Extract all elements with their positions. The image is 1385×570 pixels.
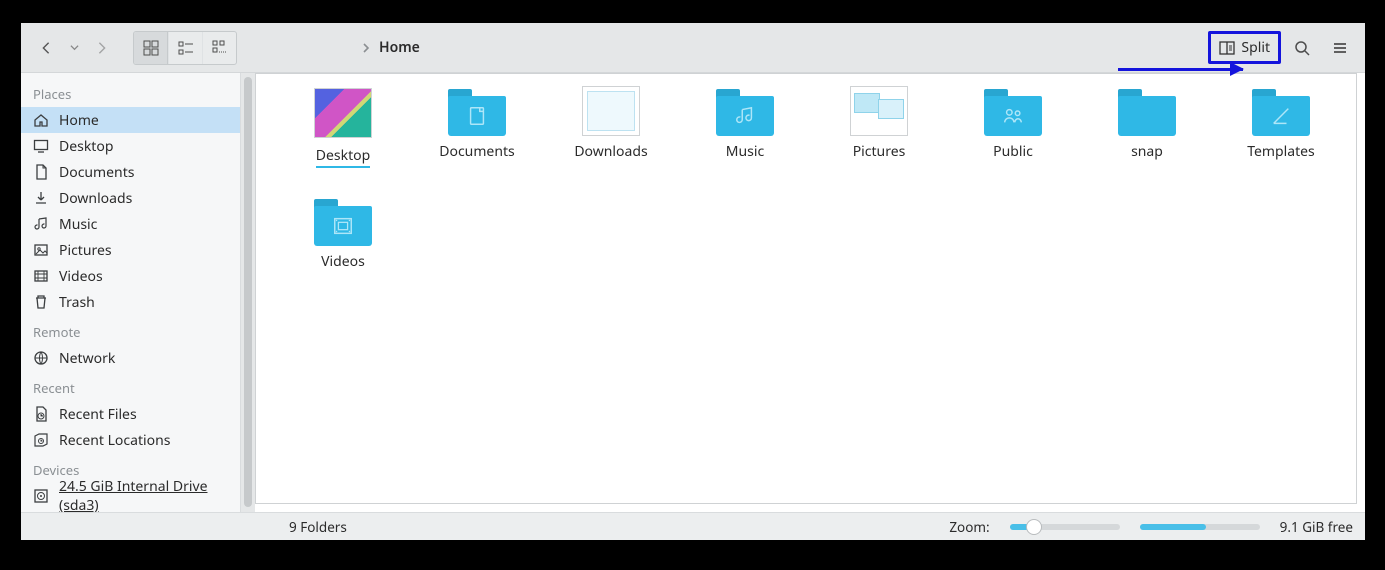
- sidebar-item-label: 24.5 GiB Internal Drive (sda3): [59, 477, 228, 512]
- file-item-label: Downloads: [574, 142, 647, 161]
- folder-icon: [314, 196, 372, 246]
- main-area: Desktop Documents Downloads Music Pictures Pu…: [241, 73, 1365, 512]
- home-icon: [33, 112, 49, 128]
- file-item-templates[interactable]: Templates: [1214, 86, 1348, 168]
- file-item-music[interactable]: Music: [678, 86, 812, 168]
- view-mode-group: [133, 31, 237, 65]
- toolbar: Home Split: [21, 23, 1365, 73]
- sidebar-item-music[interactable]: Music: [21, 211, 240, 237]
- file-item-label: Videos: [321, 252, 365, 271]
- sidebar-item-trash[interactable]: Trash: [21, 289, 240, 315]
- search-button[interactable]: [1285, 31, 1319, 65]
- sidebar-item-label: Desktop: [59, 137, 113, 156]
- file-item-label: Music: [726, 142, 764, 161]
- scrollbar-thumb[interactable]: [244, 77, 252, 507]
- back-history-dropdown[interactable]: [67, 31, 81, 65]
- view-details-button[interactable]: [202, 32, 236, 64]
- desktop-thumbnail-icon: [314, 88, 372, 138]
- sidebar-item-videos[interactable]: Videos: [21, 263, 240, 289]
- status-item-count: 9 Folders: [289, 518, 347, 536]
- folder-icon: [448, 86, 506, 136]
- breadcrumb-separator-icon: [361, 43, 371, 53]
- sidebar-item-recent-locations[interactable]: Recent Locations: [21, 427, 240, 453]
- sidebar-item-documents[interactable]: Documents: [21, 159, 240, 185]
- folder-icon: [716, 86, 774, 136]
- places-section-title: Places: [21, 77, 240, 107]
- folder-icon: [984, 86, 1042, 136]
- file-item-snap[interactable]: snap: [1080, 86, 1214, 168]
- downloads-icon: [33, 190, 49, 206]
- forward-button[interactable]: [85, 31, 119, 65]
- sidebar-item-network[interactable]: Network: [21, 345, 240, 371]
- annotation-arrow: [1118, 68, 1243, 71]
- sidebar-item-label: Documents: [59, 163, 134, 182]
- sidebar-item-downloads[interactable]: Downloads: [21, 185, 240, 211]
- icon-view[interactable]: Desktop Documents Downloads Music Pictures Pu…: [255, 73, 1357, 504]
- sidebar-item-label: Music: [59, 215, 97, 234]
- videos-icon: [33, 268, 49, 284]
- sidebar-item-label: Trash: [59, 293, 95, 312]
- disk-icon: [33, 488, 49, 504]
- recent-files-icon: [33, 406, 49, 422]
- recent-section-title: Recent: [21, 371, 240, 401]
- pictures-icon: [33, 242, 49, 258]
- sidebar-item-home[interactable]: Home: [21, 107, 240, 133]
- scrollbar[interactable]: [241, 73, 255, 512]
- sidebar-item-label: Network: [59, 349, 115, 368]
- sidebar-item-recent-files[interactable]: Recent Files: [21, 401, 240, 427]
- split-icon: [1219, 40, 1235, 56]
- location-breadcrumb[interactable]: Home: [241, 38, 1204, 57]
- pictures-thumbnail-icon: [850, 86, 908, 136]
- file-item-pictures[interactable]: Pictures: [812, 86, 946, 168]
- zoom-slider[interactable]: [1010, 524, 1120, 530]
- file-item-documents[interactable]: Documents: [410, 86, 544, 168]
- file-item-label: Documents: [439, 142, 514, 161]
- window-body: Places Home Desktop Documents Downloads Musi…: [21, 73, 1365, 512]
- zoom-label: Zoom:: [949, 518, 989, 536]
- sidebar-item-desktop[interactable]: Desktop: [21, 133, 240, 159]
- disk-usage-bar: [1140, 524, 1260, 530]
- desktop-icon: [33, 138, 49, 154]
- music-icon: [33, 216, 49, 232]
- sidebar-item-pictures[interactable]: Pictures: [21, 237, 240, 263]
- file-item-desktop[interactable]: Desktop: [276, 86, 410, 168]
- file-item-label: Templates: [1247, 142, 1315, 161]
- trash-icon: [33, 294, 49, 310]
- folder-icon: [1252, 86, 1310, 136]
- status-bar: 9 Folders Zoom: 9.1 GiB free: [21, 512, 1365, 540]
- network-icon: [33, 350, 49, 366]
- file-item-downloads[interactable]: Downloads: [544, 86, 678, 168]
- remote-section-title: Remote: [21, 315, 240, 345]
- sidebar-item-label: Home: [59, 111, 99, 130]
- sidebar-item-label: Recent Locations: [59, 431, 170, 450]
- file-item-label: snap: [1131, 142, 1163, 161]
- file-item-label: Pictures: [853, 142, 906, 161]
- sidebar-item-24-5-gib-internal-drive-sda3-[interactable]: 24.5 GiB Internal Drive (sda3): [21, 483, 240, 509]
- view-icons-button[interactable]: [134, 32, 168, 64]
- annotation-highlight: Split: [1208, 31, 1281, 64]
- sidebar-item-label: Pictures: [59, 241, 112, 260]
- file-item-videos[interactable]: Videos: [276, 196, 410, 271]
- file-item-label: Public: [993, 142, 1033, 161]
- downloads-thumbnail-icon: [582, 86, 640, 136]
- view-compact-button[interactable]: [168, 32, 202, 64]
- sidebar-item-label: Recent Files: [59, 405, 137, 424]
- split-label: Split: [1241, 38, 1270, 57]
- file-item-public[interactable]: Public: [946, 86, 1080, 168]
- hamburger-menu-button[interactable]: [1323, 31, 1357, 65]
- folder-icon: [1118, 86, 1176, 136]
- split-view-button[interactable]: Split: [1211, 34, 1278, 61]
- file-item-label: Desktop: [316, 146, 370, 168]
- disk-free-label: 9.1 GiB free: [1280, 518, 1353, 536]
- places-panel: Places Home Desktop Documents Downloads Musi…: [21, 73, 241, 512]
- breadcrumb-current[interactable]: Home: [379, 38, 420, 57]
- file-manager-window: Home Split Places Home Desktop Documents Do…: [21, 23, 1365, 540]
- documents-icon: [33, 164, 49, 180]
- sidebar-item-label: Downloads: [59, 189, 132, 208]
- sidebar-item-label: Videos: [59, 267, 103, 286]
- recent-locations-icon: [33, 432, 49, 448]
- back-button[interactable]: [29, 31, 63, 65]
